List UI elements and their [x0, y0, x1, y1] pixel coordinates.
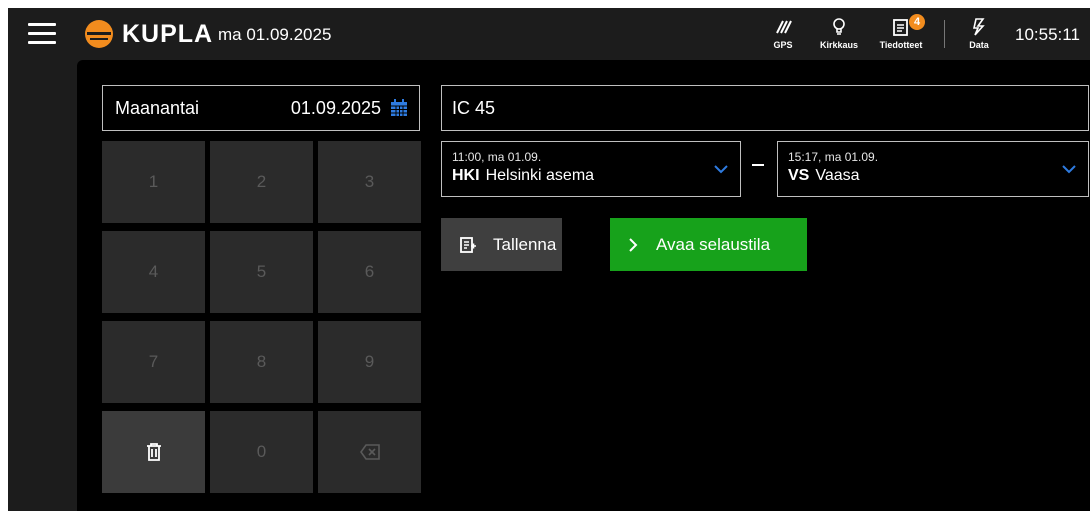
key-4[interactable]: 4: [102, 231, 205, 313]
notices-badge: 4: [909, 14, 925, 30]
save-document-icon: [460, 236, 476, 253]
calendar-icon[interactable]: [389, 98, 409, 118]
app-name: KUPLA: [122, 19, 214, 48]
chevron-right-icon: [629, 237, 638, 252]
arrival-name: Vaasa: [815, 167, 860, 184]
hamburger-menu-icon[interactable]: [28, 23, 56, 45]
arrival-station-select[interactable]: 15:17, ma 01.09. VS Vaasa: [777, 141, 1089, 197]
departure-time: 11:00, ma 01.09.: [452, 150, 542, 164]
top-bar: KUPLA ma 01.09.2025 GPS Kirkkaus 4 Tiedo…: [8, 8, 1090, 60]
lightbulb-icon: [832, 16, 846, 38]
notices-icon: [892, 16, 910, 38]
departure-station: HKI Helsinki asema: [452, 167, 730, 185]
backspace-icon: [359, 444, 380, 460]
brightness-button[interactable]: Kirkkaus: [814, 16, 864, 56]
app-window: KUPLA ma 01.09.2025 GPS Kirkkaus 4 Tiedo…: [8, 8, 1090, 511]
chevron-down-icon: [714, 165, 728, 174]
header-divider: [944, 20, 945, 48]
clock: 10:55:11: [1015, 25, 1080, 44]
key-1[interactable]: 1: [102, 141, 205, 223]
data-connection-icon: [972, 16, 986, 38]
departure-station-select[interactable]: 11:00, ma 01.09. HKI Helsinki asema: [441, 141, 741, 197]
departure-code: HKI: [452, 167, 480, 184]
open-browse-mode-button[interactable]: Avaa selaustila: [610, 218, 807, 271]
key-9[interactable]: 9: [318, 321, 421, 403]
save-label: Tallenna: [493, 234, 557, 254]
arrival-station: VS Vaasa: [788, 167, 1078, 185]
open-browse-mode-label: Avaa selaustila: [656, 234, 771, 254]
data-label: Data: [969, 40, 989, 50]
backspace-button[interactable]: [318, 411, 421, 493]
app-logo: KUPLA: [84, 20, 213, 48]
gps-icon: [774, 16, 792, 38]
notices-button[interactable]: 4 Tiedotteet: [871, 14, 931, 56]
key-8[interactable]: 8: [210, 321, 313, 403]
gps-label: GPS: [773, 40, 793, 50]
arrival-code: VS: [788, 167, 810, 184]
train-number-input[interactable]: IC 45: [441, 85, 1089, 131]
clear-button[interactable]: [102, 411, 205, 493]
date-weekday: Maanantai: [115, 97, 200, 118]
date-picker[interactable]: Maanantai 01.09.2025: [102, 85, 420, 131]
brightness-label: Kirkkaus: [819, 40, 859, 50]
chevron-down-icon: [1062, 165, 1076, 174]
key-0[interactable]: 0: [210, 411, 313, 493]
notices-label: Tiedotteet: [879, 40, 923, 50]
key-3[interactable]: 3: [318, 141, 421, 223]
date-value: 01.09.2025: [290, 97, 381, 118]
arrival-time: 15:17, ma 01.09.: [788, 150, 879, 164]
data-status[interactable]: Data: [964, 16, 994, 56]
route-separator: [752, 164, 764, 166]
main-panel: Maanantai 01.09.2025 1 2 3 4 5 6 7 8 9 0…: [77, 60, 1090, 511]
gps-status[interactable]: GPS: [768, 16, 798, 56]
departure-name: Helsinki asema: [485, 167, 595, 184]
key-2[interactable]: 2: [210, 141, 313, 223]
save-button[interactable]: Tallenna: [441, 218, 562, 271]
header-date: ma 01.09.2025: [218, 25, 332, 44]
key-5[interactable]: 5: [210, 231, 313, 313]
key-6[interactable]: 6: [318, 231, 421, 313]
kupla-logo-icon: [85, 20, 113, 48]
trash-icon: [146, 443, 161, 461]
key-7[interactable]: 7: [102, 321, 205, 403]
